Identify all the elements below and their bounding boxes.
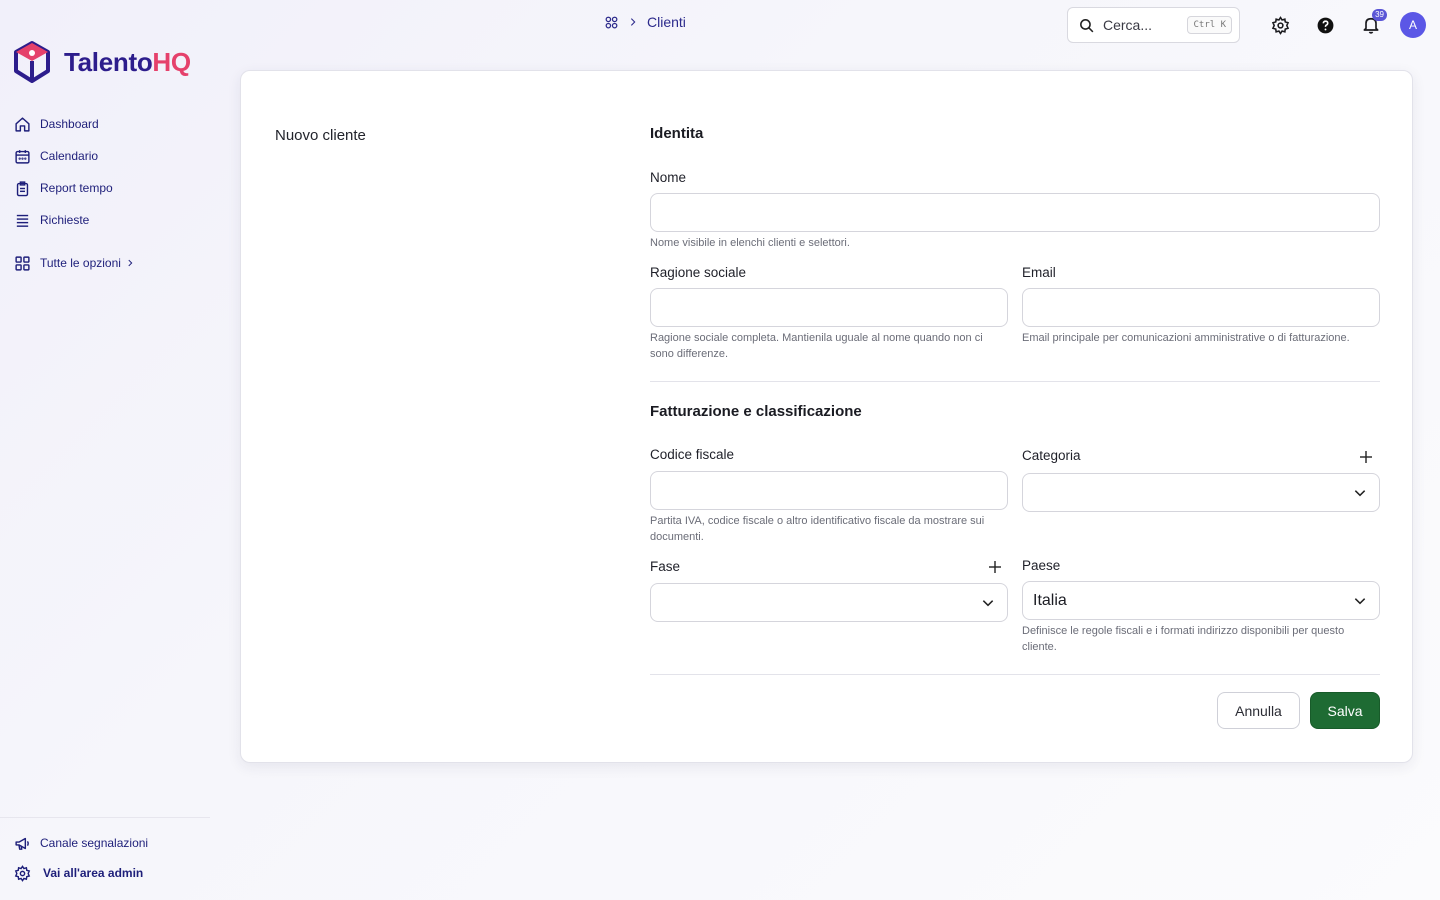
chevron-down-icon (1354, 597, 1366, 604)
search-icon (1080, 18, 1094, 32)
paese-label: Paese (1022, 558, 1061, 573)
logo-cube-icon (14, 41, 50, 83)
help-button[interactable] (1314, 14, 1336, 36)
sidebar-nav: Dashboard Calendario Report tempo Richie… (14, 108, 204, 279)
logo-text-part2: HQ (152, 46, 191, 77)
section-title-fatturazione: Fatturazione e classificazione (650, 403, 862, 420)
nome-help: Nome visibile in elenchi clienti e selet… (650, 237, 850, 249)
codice-fiscale-field[interactable] (650, 471, 1008, 510)
breadcrumb: Clienti (604, 14, 686, 30)
megaphone-icon (15, 837, 29, 850)
list-icon (16, 214, 29, 227)
add-categoria-plus-icon[interactable] (1359, 450, 1373, 464)
sidebar-item-label: Vai all'area admin (43, 866, 144, 880)
apps-grid-icon[interactable] (604, 15, 619, 30)
chevron-down-icon (1354, 489, 1366, 496)
app-logo[interactable]: TalentoHQ (12, 40, 191, 84)
sidebar-item-richieste[interactable]: Richieste (14, 204, 204, 236)
grid-icon (15, 255, 30, 271)
fase-select[interactable] (650, 583, 1008, 622)
calendar-icon (15, 149, 30, 164)
email-field[interactable] (1022, 288, 1380, 327)
sidebar-item-canale-segnalazioni[interactable]: Canale segnalazioni (14, 828, 209, 858)
sidebar-item-calendario[interactable]: Calendario (14, 140, 204, 172)
help-icon (1317, 17, 1333, 33)
notifications-button[interactable]: 39 (1360, 9, 1387, 36)
search-shortcut: Ctrl K (1187, 16, 1232, 34)
breadcrumb-item-clienti[interactable]: Clienti (647, 14, 686, 30)
fase-label: Fase (650, 559, 681, 574)
sidebar-bottom: Canale segnalazioni Vai all'area admin (0, 817, 210, 888)
sidebar-item-report-tempo[interactable]: Report tempo (14, 172, 204, 204)
save-button[interactable]: Salva (1310, 692, 1380, 729)
email-help: Email principale per comunicazioni ammin… (1022, 332, 1350, 344)
page-title: Nuovo cliente (275, 127, 366, 144)
sidebar-item-admin[interactable]: Vai all'area admin (14, 858, 209, 888)
ragione-sociale-field[interactable] (650, 288, 1008, 327)
nome-field[interactable] (650, 193, 1380, 232)
actions-divider (650, 674, 1380, 675)
sidebar: TalentoHQ Dashboard Calendario Report te… (0, 0, 210, 900)
home-icon (15, 116, 30, 132)
paese-value: Italia (1033, 591, 1067, 609)
chevron-down-icon (982, 599, 994, 606)
report-icon (16, 180, 29, 196)
add-fase-plus-icon[interactable] (988, 560, 1002, 574)
categoria-label: Categoria (1022, 448, 1081, 463)
search-input[interactable]: Cerca... Ctrl K (1067, 7, 1240, 43)
nome-label: Nome (650, 170, 687, 185)
chevron-right-icon (128, 259, 133, 267)
sidebar-item-all-options[interactable]: Tutte le opzioni (14, 247, 204, 279)
paese-help: Definisce le regole fiscali e i formati … (1022, 625, 1345, 653)
chevron-right-icon (630, 18, 636, 26)
ragione-sociale-label: Ragione sociale (650, 265, 747, 280)
logo-text-part1: Talento (64, 46, 153, 77)
notification-count-badge: 39 (1372, 9, 1387, 21)
section-title-identita: Identita (650, 125, 704, 142)
sidebar-item-dashboard[interactable]: Dashboard (14, 108, 204, 140)
client-form-card: Nuovo cliente Identita Nome Nome visibil… (240, 70, 1413, 763)
search-placeholder: Cerca... (1103, 17, 1153, 33)
cancel-button[interactable]: Annulla (1217, 692, 1300, 729)
email-label: Email (1022, 265, 1056, 280)
categoria-select[interactable] (1022, 473, 1380, 512)
sidebar-item-label: Richieste (40, 213, 90, 227)
gear-icon (1271, 15, 1289, 35)
avatar-initial: A (1408, 18, 1417, 32)
codice-fiscale-label: Codice fiscale (650, 447, 735, 462)
sidebar-item-label: Tutte le opzioni (40, 256, 121, 270)
sidebar-item-label: Canale segnalazioni (40, 836, 149, 850)
settings-button[interactable] (1269, 14, 1291, 36)
codice-fiscale-help: Partita IVA, codice fiscale o altro iden… (650, 515, 985, 543)
sidebar-item-label: Report tempo (40, 181, 113, 195)
ragione-sociale-help: Ragione sociale completa. Mantienila ugu… (650, 332, 983, 360)
sidebar-item-label: Calendario (40, 149, 99, 163)
paese-select[interactable]: Italia (1022, 581, 1380, 620)
avatar[interactable]: A (1400, 12, 1426, 38)
sidebar-item-label: Dashboard (40, 117, 99, 131)
logo-text: TalentoHQ (64, 47, 191, 78)
section-divider (650, 381, 1380, 382)
gear-icon (14, 864, 31, 882)
